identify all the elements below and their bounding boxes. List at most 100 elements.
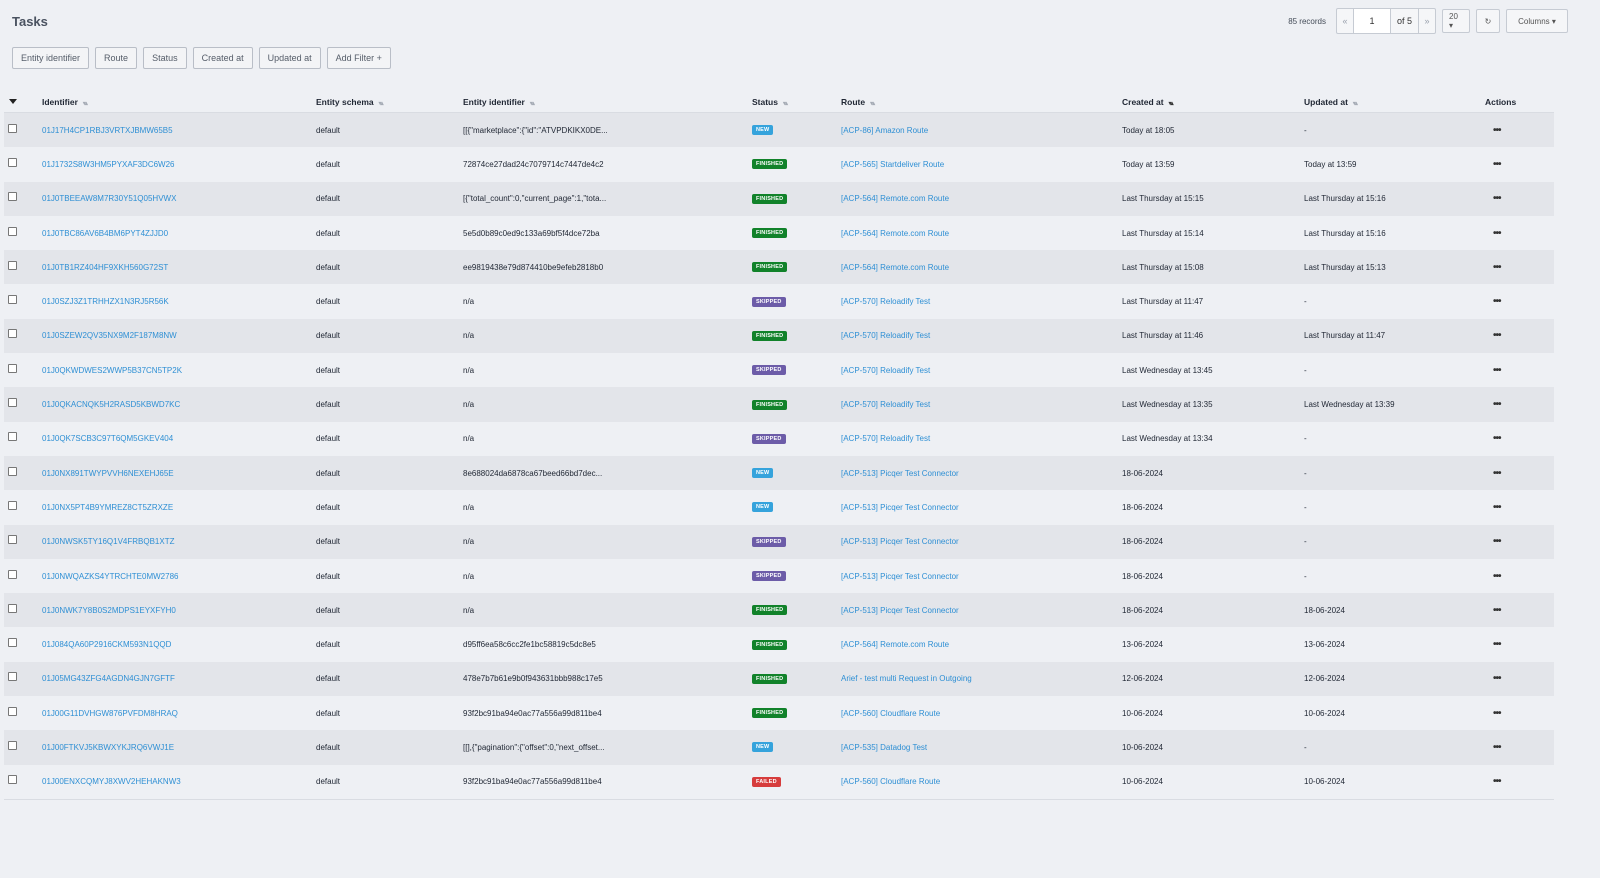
route-link[interactable]: [ACP-570] Reloadify Test	[841, 387, 930, 421]
row-actions-icon[interactable]: •••	[1493, 422, 1501, 456]
task-identifier-link[interactable]: 01J0QKWDWES2WWP5B37CN5TP2K	[42, 353, 182, 387]
row-checkbox[interactable]	[8, 398, 17, 408]
task-identifier-link[interactable]: 01J0NWQAZKS4YTRCHTE0MW2786	[42, 559, 178, 593]
row-checkbox[interactable]	[8, 603, 17, 613]
route-link[interactable]: [ACP-513] Picqer Test Connector	[841, 456, 959, 490]
row-checkbox[interactable]	[8, 466, 17, 476]
row-checkbox[interactable]	[8, 569, 17, 579]
columns-button[interactable]: Columns ▾	[1506, 9, 1568, 33]
route-link[interactable]: [ACP-535] Datadog Test	[841, 730, 927, 764]
col-header-updated-at[interactable]: Updated at ▾▴	[1304, 97, 1358, 107]
task-identifier-link[interactable]: 01J0NWSK5TY16Q1V4FRBQB1XTZ	[42, 525, 175, 559]
row-actions-icon[interactable]: •••	[1493, 353, 1501, 387]
row-actions-icon[interactable]: •••	[1493, 559, 1501, 593]
filter-status[interactable]: Status	[143, 47, 187, 69]
row-checkbox[interactable]	[8, 672, 17, 682]
route-link[interactable]: Arief - test multi Request in Outgoing	[841, 662, 972, 696]
task-identifier-link[interactable]: 01J0NWK7Y8B0S2MDPS1EYXFYH0	[42, 593, 176, 627]
task-identifier-link[interactable]: 01J0NX891TWYPVVH6NEXEHJ65E	[42, 456, 174, 490]
task-identifier-link[interactable]: 01J00ENXCQMYJ8XWV2HEHAKNW3	[42, 765, 181, 799]
row-checkbox[interactable]	[8, 363, 17, 373]
route-link[interactable]: [ACP-513] Picqer Test Connector	[841, 490, 959, 524]
row-actions-icon[interactable]: •••	[1493, 490, 1501, 524]
page-size-select[interactable]: 20 ▾	[1442, 9, 1470, 33]
row-checkbox[interactable]	[8, 775, 17, 785]
task-identifier-link[interactable]: 01J17H4CP1RBJ3VRTXJBMW65B5	[42, 113, 173, 147]
route-link[interactable]: [ACP-513] Picqer Test Connector	[841, 559, 959, 593]
row-checkbox[interactable]	[8, 260, 17, 270]
row-checkbox[interactable]	[8, 706, 17, 716]
row-actions-icon[interactable]: •••	[1493, 250, 1501, 284]
row-checkbox[interactable]	[8, 535, 17, 545]
row-checkbox[interactable]	[8, 329, 17, 339]
row-checkbox[interactable]	[8, 192, 17, 202]
filter-entity-identifier[interactable]: Entity identifier	[12, 47, 90, 69]
route-link[interactable]: [ACP-565] Startdeliver Route	[841, 147, 944, 181]
task-identifier-link[interactable]: 01J1732S8W3HM5PYXAF3DC6W26	[42, 147, 175, 181]
col-header-status[interactable]: Status ▾▴	[752, 97, 788, 107]
task-identifier-link[interactable]: 01J0SZJ3Z1TRHHZX1N3RJ5R56K	[42, 284, 169, 318]
row-checkbox[interactable]	[8, 226, 17, 236]
select-all-caret-icon[interactable]	[9, 99, 17, 104]
task-identifier-link[interactable]: 01J05MG43ZFG4AGDN4GJN7GFTF	[42, 662, 175, 696]
row-actions-icon[interactable]: •••	[1493, 525, 1501, 559]
task-identifier-link[interactable]: 01J0NX5PT4B9YMREZ8CT5ZRXZE	[42, 490, 173, 524]
task-identifier-link[interactable]: 01J0TB1RZ404HF9XKH560G72ST	[42, 250, 168, 284]
row-actions-icon[interactable]: •••	[1493, 456, 1501, 490]
col-header-identifier[interactable]: Identifier ▾▴	[42, 97, 88, 107]
col-header-route[interactable]: Route ▾▴	[841, 97, 875, 107]
row-actions-icon[interactable]: •••	[1493, 765, 1501, 799]
task-identifier-link[interactable]: 01J084QA60P2916CKM593N1QQD	[42, 627, 171, 661]
row-actions-icon[interactable]: •••	[1493, 730, 1501, 764]
route-link[interactable]: [ACP-513] Picqer Test Connector	[841, 593, 959, 627]
task-identifier-link[interactable]: 01J0SZEW2QV35NX9M2F187M8NW	[42, 319, 177, 353]
route-link[interactable]: [ACP-564] Remote.com Route	[841, 182, 949, 216]
row-actions-icon[interactable]: •••	[1493, 662, 1501, 696]
row-actions-icon[interactable]: •••	[1493, 147, 1501, 181]
route-link[interactable]: [ACP-570] Reloadify Test	[841, 319, 930, 353]
row-actions-icon[interactable]: •••	[1493, 113, 1501, 147]
refresh-icon[interactable]: ↻	[1476, 9, 1500, 33]
route-link[interactable]: [ACP-564] Remote.com Route	[841, 216, 949, 250]
row-actions-icon[interactable]: •••	[1493, 216, 1501, 250]
row-checkbox[interactable]	[8, 157, 17, 167]
route-link[interactable]: [ACP-513] Picqer Test Connector	[841, 525, 959, 559]
row-checkbox[interactable]	[8, 500, 17, 510]
col-header-created-at[interactable]: Created at ▾▴	[1122, 97, 1174, 107]
row-actions-icon[interactable]: •••	[1493, 284, 1501, 318]
filter-updated-at[interactable]: Updated at	[258, 47, 321, 69]
task-identifier-link[interactable]: 01J0TBC86AV6B4BM6PYT4ZJJD0	[42, 216, 168, 250]
row-checkbox[interactable]	[8, 432, 17, 442]
col-header-entity-schema[interactable]: Entity schema ▾▴	[316, 97, 384, 107]
add-filter-button[interactable]: Add Filter +	[326, 47, 391, 69]
route-link[interactable]: [ACP-570] Reloadify Test	[841, 284, 930, 318]
row-actions-icon[interactable]: •••	[1493, 182, 1501, 216]
filter-route[interactable]: Route	[95, 47, 138, 69]
page-number-input[interactable]: 1	[1352, 9, 1391, 33]
route-link[interactable]: [ACP-564] Remote.com Route	[841, 627, 949, 661]
row-checkbox[interactable]	[8, 638, 17, 648]
filter-created-at[interactable]: Created at	[192, 47, 253, 69]
row-actions-icon[interactable]: •••	[1493, 627, 1501, 661]
task-identifier-link[interactable]: 01J0QK7SCB3C97T6QM5GKEV404	[42, 422, 173, 456]
row-actions-icon[interactable]: •••	[1493, 387, 1501, 421]
row-actions-icon[interactable]: •••	[1493, 696, 1501, 730]
route-link[interactable]: [ACP-564] Remote.com Route	[841, 250, 949, 284]
route-link[interactable]: [ACP-560] Cloudflare Route	[841, 696, 940, 730]
task-identifier-link[interactable]: 01J0TBEEAW8M7R30Y51Q05HVWX	[42, 182, 176, 216]
row-checkbox[interactable]	[8, 123, 17, 133]
row-checkbox[interactable]	[8, 295, 17, 305]
route-link[interactable]: [ACP-570] Reloadify Test	[841, 353, 930, 387]
task-identifier-link[interactable]: 01J00G11DVHGW876PVFDM8HRAQ	[42, 696, 178, 730]
row-checkbox[interactable]	[8, 740, 17, 750]
prev-page-icon[interactable]: «	[1337, 9, 1353, 33]
route-link[interactable]: [ACP-570] Reloadify Test	[841, 422, 930, 456]
task-identifier-link[interactable]: 01J00FTKVJ5KBWXYKJRQ6VWJ1E	[42, 730, 174, 764]
row-actions-icon[interactable]: •••	[1493, 319, 1501, 353]
row-actions-icon[interactable]: •••	[1493, 593, 1501, 627]
next-page-icon[interactable]: »	[1419, 9, 1435, 33]
task-identifier-link[interactable]: 01J0QKACNQK5H2RASD5KBWD7KC	[42, 387, 180, 421]
route-link[interactable]: [ACP-86] Amazon Route	[841, 113, 928, 147]
route-link[interactable]: [ACP-560] Cloudflare Route	[841, 765, 940, 799]
col-header-entity-identifier[interactable]: Entity identifier ▾▴	[463, 97, 535, 107]
